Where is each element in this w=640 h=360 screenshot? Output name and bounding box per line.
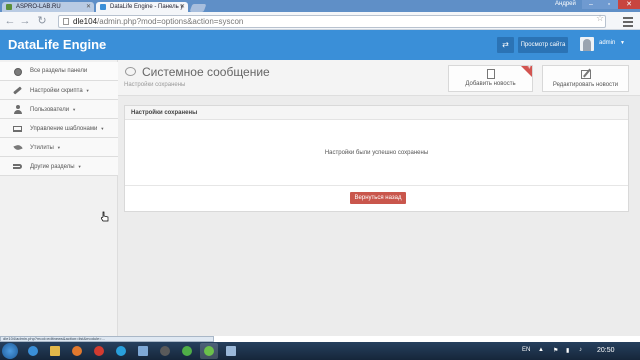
flag-icon[interactable]: ⚑ xyxy=(553,347,558,354)
taskbar-app-browser-active[interactable] xyxy=(200,343,218,359)
close-tab-icon[interactable]: ✕ xyxy=(86,2,91,12)
reload-icon[interactable]: ↻ xyxy=(35,14,49,28)
close-window-icon[interactable]: ✕ xyxy=(618,0,640,9)
language-indicator[interactable]: EN xyxy=(522,347,530,353)
tab-label: ASPRO-LAB.RU xyxy=(16,4,61,10)
chevron-down-icon: ▼ xyxy=(56,145,61,150)
start-button[interactable] xyxy=(2,343,18,359)
chevron-down-icon: ▼ xyxy=(77,164,82,169)
sidebar-item-all-sections[interactable]: Все разделы панели xyxy=(0,62,118,81)
view-site-button[interactable]: Просмотр сайта xyxy=(518,37,568,53)
taskbar-app-player[interactable] xyxy=(156,343,174,359)
maximize-icon[interactable]: ▫ xyxy=(600,0,618,9)
browser-tab[interactable]: ASPRO-LAB.RU ✕ xyxy=(2,2,94,12)
sidebar-item-label: Все разделы панели xyxy=(30,68,88,74)
chevron-down-icon: ▼ xyxy=(100,126,105,131)
url-host: dle104 xyxy=(73,17,98,26)
browser-menu-icon[interactable] xyxy=(622,15,634,27)
close-tab-icon[interactable]: ✕ xyxy=(180,2,185,12)
url-input[interactable]: dle104/admin.php?mod=options&action=sysc… xyxy=(58,15,606,28)
wrench-icon xyxy=(13,86,22,95)
taskbar-app-explorer[interactable] xyxy=(134,343,152,359)
taskbar-app-window[interactable] xyxy=(222,343,240,359)
url-path: /admin.php?mod=options&action=syscon xyxy=(97,17,244,26)
back-button[interactable]: Вернуться назад xyxy=(350,192,406,204)
address-toolbar: ← → ↻ dle104/admin.php?mod=options&actio… xyxy=(0,12,640,30)
bookmark-star-icon[interactable]: ☆ xyxy=(596,13,604,24)
sidebar-item-label: Настройки скрипта xyxy=(30,88,83,94)
username[interactable]: admin xyxy=(599,40,615,46)
taskbar: EN ▲ ⚑ ▮ ♪ 20:50 xyxy=(0,342,640,360)
app-header: DataLife Engine ⇄ Просмотр сайта admin ▼ xyxy=(0,30,640,60)
browser-user[interactable]: Андрей xyxy=(555,0,576,8)
page-header: Системное сообщение Настройки сохранены … xyxy=(118,60,640,96)
add-news-label: Добавить новость xyxy=(465,81,516,87)
tray-arrow-icon[interactable]: ▲ xyxy=(538,347,544,353)
brand-logo[interactable]: DataLife Engine xyxy=(8,37,106,52)
plus-icon: + xyxy=(527,65,531,71)
network-icon[interactable]: ▮ xyxy=(566,347,569,354)
taskbar-app-folder[interactable] xyxy=(46,343,64,359)
page-subtitle: Настройки сохранены xyxy=(124,82,186,88)
message-panel: Настройки сохранены Настройки были успеш… xyxy=(124,105,629,212)
minimize-icon[interactable]: – xyxy=(582,0,600,9)
sidebar-item-label: Другие разделы xyxy=(30,164,75,170)
document-icon xyxy=(486,69,495,79)
chevron-down-icon: ▼ xyxy=(72,107,77,112)
volume-icon[interactable]: ♪ xyxy=(579,347,582,353)
sidebar-item-utilities[interactable]: Утилиты ▼ xyxy=(0,138,118,157)
avatar[interactable] xyxy=(580,37,594,51)
leaf-icon xyxy=(12,143,23,152)
favicon-icon xyxy=(100,4,106,10)
chevron-down-icon: ▼ xyxy=(85,88,90,93)
favicon-icon xyxy=(6,4,12,10)
sidebar-item-templates[interactable]: Управление шаблонами ▼ xyxy=(0,119,118,138)
taskbar-app-skype[interactable] xyxy=(112,343,130,359)
taskbar-app-record[interactable] xyxy=(90,343,108,359)
main-content: Системное сообщение Настройки сохранены … xyxy=(118,60,640,336)
edit-news-label: Редактировать новости xyxy=(552,82,619,88)
user-icon xyxy=(13,105,22,114)
edit-news-button[interactable]: Редактировать новости xyxy=(542,65,629,92)
hand-cursor-icon xyxy=(101,211,109,222)
sidebar-item-script-settings[interactable]: Настройки скрипта ▼ xyxy=(0,81,118,100)
clock[interactable]: 20:50 xyxy=(597,347,615,354)
new-tab-button[interactable] xyxy=(189,4,207,12)
sidebar: Все разделы панели Настройки скрипта ▼ По… xyxy=(0,60,118,336)
edit-icon xyxy=(580,70,591,79)
globe-icon xyxy=(13,67,22,76)
laptop-icon xyxy=(13,124,22,133)
sidebar-item-label: Управление шаблонами xyxy=(30,126,98,132)
browser-tab-active[interactable]: DataLife Engine - Панель у ✕ xyxy=(96,2,188,12)
browser-tabbar: ASPRO-LAB.RU ✕ DataLife Engine - Панель … xyxy=(0,0,640,12)
page-icon xyxy=(63,18,69,25)
share-icon xyxy=(13,162,22,171)
sidebar-item-users[interactable]: Пользователи ▼ xyxy=(0,100,118,119)
sidebar-item-label: Утилиты xyxy=(30,145,54,151)
taskbar-app-ie[interactable] xyxy=(24,343,42,359)
page-title: Системное сообщение xyxy=(142,65,270,79)
swap-icon[interactable]: ⇄ xyxy=(497,37,514,53)
taskbar-app-chrome[interactable] xyxy=(178,343,196,359)
panel-heading: Настройки сохранены xyxy=(125,106,628,120)
taskbar-app-media[interactable] xyxy=(68,343,86,359)
sidebar-item-label: Пользователи xyxy=(30,107,70,113)
forward-icon[interactable]: → xyxy=(18,14,32,28)
message-icon xyxy=(125,67,136,76)
tab-label: DataLife Engine - Панель у xyxy=(110,4,184,10)
add-news-button[interactable]: + Добавить новость xyxy=(448,65,533,92)
panel-message: Настройки были успешно сохранены xyxy=(125,120,628,186)
chevron-down-icon[interactable]: ▼ xyxy=(620,40,625,46)
back-icon[interactable]: ← xyxy=(3,14,17,28)
sidebar-item-other[interactable]: Другие разделы ▼ xyxy=(0,157,118,176)
